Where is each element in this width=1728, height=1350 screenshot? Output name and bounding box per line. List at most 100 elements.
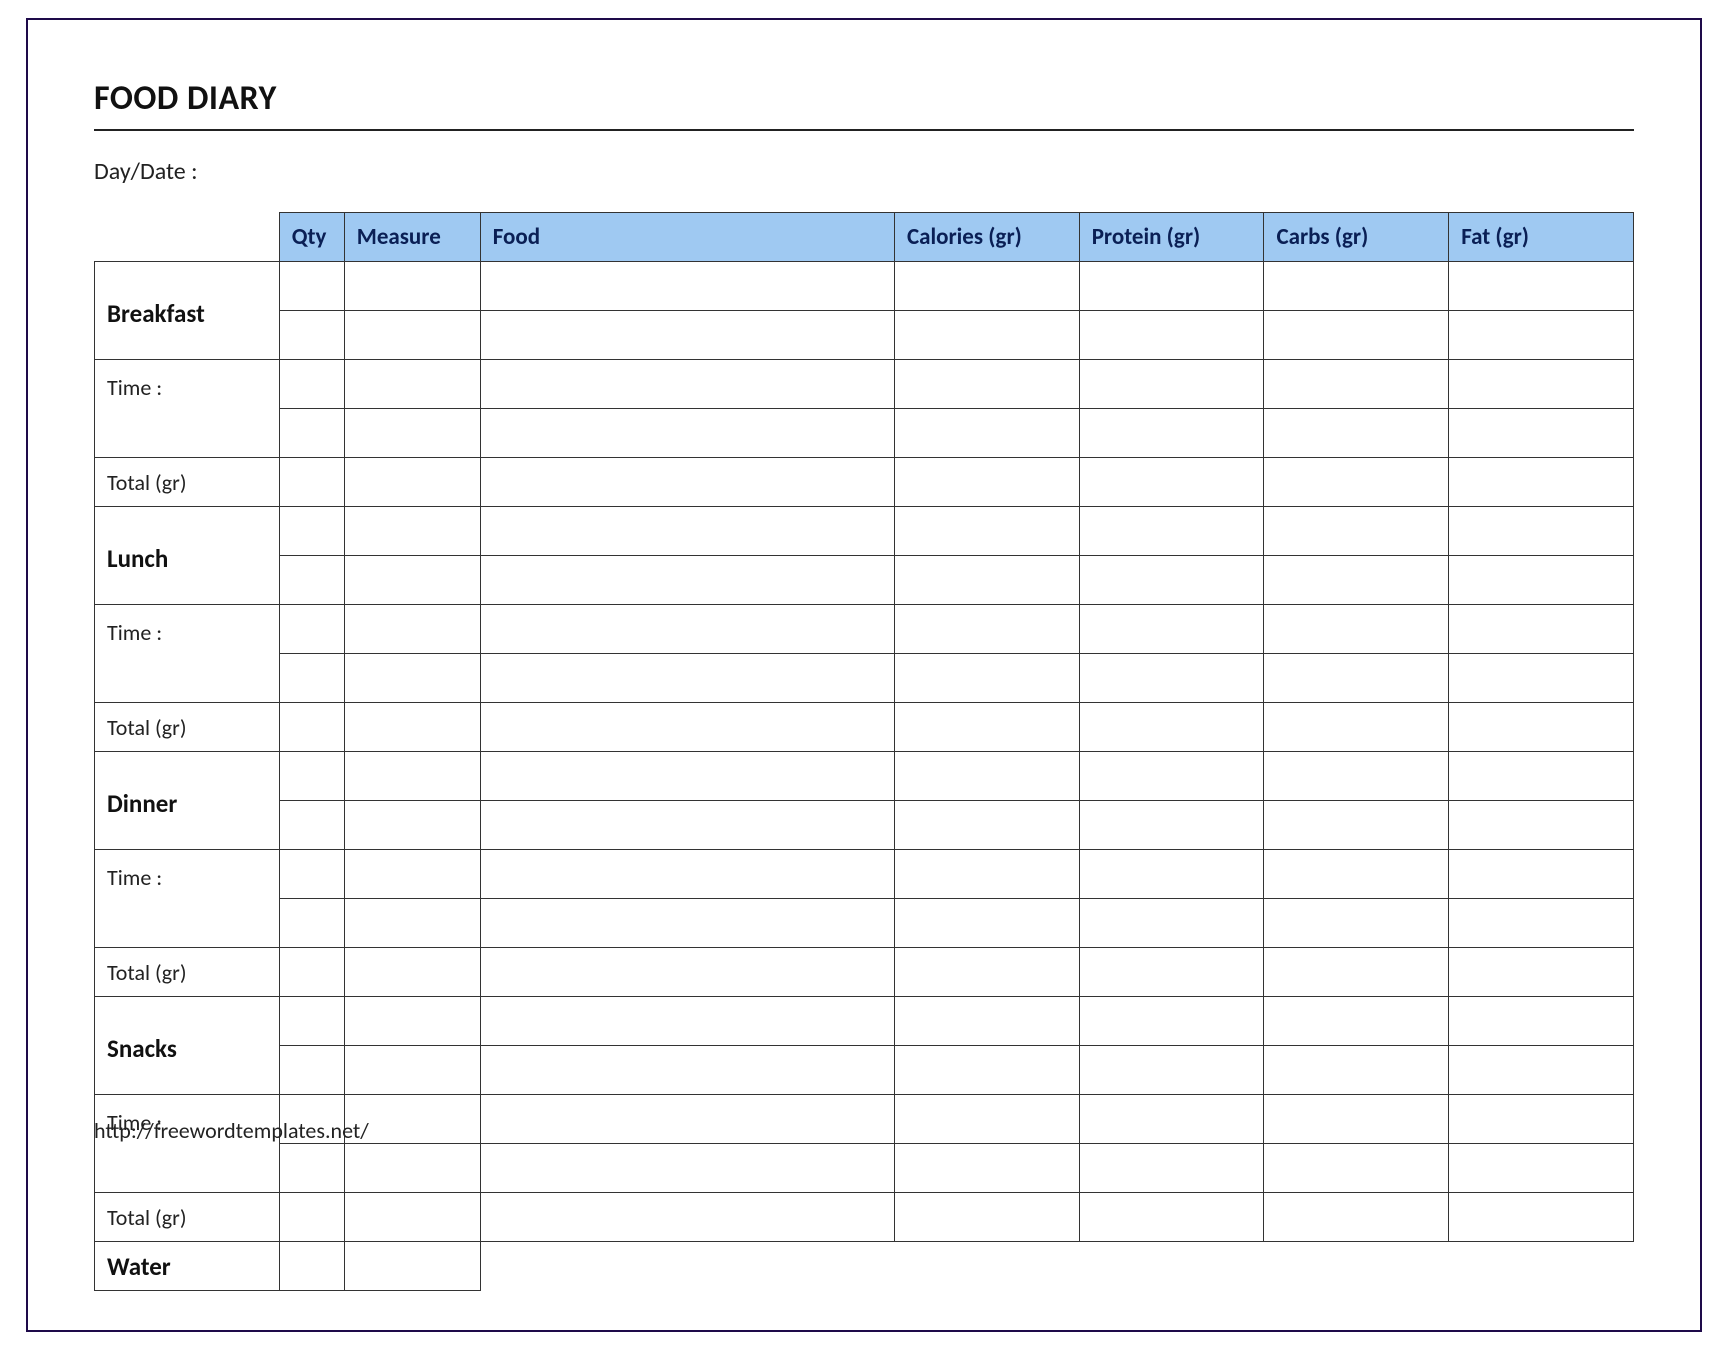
cell[interactable]	[344, 1193, 480, 1242]
cell[interactable]	[1079, 850, 1264, 899]
cell[interactable]	[1264, 507, 1449, 556]
cell[interactable]	[1264, 409, 1449, 458]
cell[interactable]	[1449, 311, 1634, 360]
cell[interactable]	[344, 899, 480, 948]
cell[interactable]	[344, 556, 480, 605]
cell[interactable]	[1079, 458, 1264, 507]
cell[interactable]	[480, 703, 894, 752]
cell[interactable]	[1079, 1046, 1264, 1095]
cell[interactable]	[894, 556, 1079, 605]
cell[interactable]	[279, 850, 344, 899]
cell[interactable]	[1264, 262, 1449, 311]
cell[interactable]	[894, 1046, 1079, 1095]
cell[interactable]	[1079, 948, 1264, 997]
cell[interactable]	[1079, 654, 1264, 703]
cell[interactable]	[1449, 654, 1634, 703]
cell[interactable]	[279, 262, 344, 311]
cell[interactable]	[1264, 654, 1449, 703]
cell[interactable]	[1449, 703, 1634, 752]
cell[interactable]	[1264, 850, 1449, 899]
cell[interactable]	[894, 1144, 1079, 1193]
cell[interactable]	[894, 899, 1079, 948]
cell[interactable]	[344, 948, 480, 997]
cell[interactable]	[279, 1193, 344, 1242]
cell[interactable]	[279, 605, 344, 654]
cell[interactable]	[1449, 850, 1634, 899]
cell[interactable]	[1079, 1144, 1264, 1193]
cell[interactable]	[894, 850, 1079, 899]
cell[interactable]	[1449, 360, 1634, 409]
cell[interactable]	[480, 409, 894, 458]
cell[interactable]	[894, 752, 1079, 801]
cell[interactable]	[894, 948, 1079, 997]
cell[interactable]	[1079, 360, 1264, 409]
cell[interactable]	[279, 409, 344, 458]
cell[interactable]	[1264, 1095, 1449, 1144]
cell[interactable]	[1264, 556, 1449, 605]
cell[interactable]	[894, 311, 1079, 360]
cell[interactable]	[344, 850, 480, 899]
cell[interactable]	[344, 409, 480, 458]
cell[interactable]	[894, 409, 1079, 458]
cell[interactable]	[1264, 703, 1449, 752]
cell[interactable]	[344, 801, 480, 850]
cell[interactable]	[1264, 948, 1449, 997]
cell[interactable]	[1449, 1046, 1634, 1095]
cell[interactable]	[1079, 801, 1264, 850]
cell[interactable]	[344, 1144, 480, 1193]
cell[interactable]	[1449, 1095, 1634, 1144]
cell[interactable]	[344, 262, 480, 311]
cell[interactable]	[1079, 752, 1264, 801]
cell[interactable]	[1264, 899, 1449, 948]
cell[interactable]	[1449, 801, 1634, 850]
cell[interactable]	[279, 458, 344, 507]
cell[interactable]	[480, 1144, 894, 1193]
cell[interactable]	[1079, 262, 1264, 311]
cell[interactable]	[1079, 409, 1264, 458]
cell[interactable]	[344, 654, 480, 703]
cell[interactable]	[1449, 507, 1634, 556]
cell[interactable]	[1264, 458, 1449, 507]
cell[interactable]	[1264, 1193, 1449, 1242]
cell[interactable]	[1079, 1095, 1264, 1144]
cell[interactable]	[894, 262, 1079, 311]
cell[interactable]	[1449, 752, 1634, 801]
cell[interactable]	[279, 948, 344, 997]
cell[interactable]	[1079, 507, 1264, 556]
cell[interactable]	[894, 458, 1079, 507]
cell[interactable]	[279, 997, 344, 1046]
cell[interactable]	[480, 801, 894, 850]
cell[interactable]	[1079, 556, 1264, 605]
cell[interactable]	[480, 850, 894, 899]
cell[interactable]	[344, 752, 480, 801]
cell[interactable]	[344, 311, 480, 360]
cell[interactable]	[1264, 1046, 1449, 1095]
cell[interactable]	[480, 311, 894, 360]
cell[interactable]	[1264, 360, 1449, 409]
cell[interactable]	[279, 752, 344, 801]
cell[interactable]	[894, 1095, 1079, 1144]
cell[interactable]	[344, 997, 480, 1046]
cell[interactable]	[480, 997, 894, 1046]
cell[interactable]	[1449, 1144, 1634, 1193]
cell[interactable]	[480, 507, 894, 556]
cell[interactable]	[1449, 556, 1634, 605]
cell[interactable]	[1449, 997, 1634, 1046]
cell[interactable]	[1449, 605, 1634, 654]
cell[interactable]	[1079, 605, 1264, 654]
cell[interactable]	[1449, 899, 1634, 948]
cell[interactable]	[279, 1144, 344, 1193]
cell[interactable]	[279, 556, 344, 605]
cell[interactable]	[480, 752, 894, 801]
cell[interactable]	[1449, 262, 1634, 311]
cell[interactable]	[1079, 703, 1264, 752]
cell[interactable]	[344, 507, 480, 556]
cell[interactable]	[279, 703, 344, 752]
cell[interactable]	[344, 1046, 480, 1095]
cell[interactable]	[279, 360, 344, 409]
cell[interactable]	[480, 1193, 894, 1242]
cell[interactable]	[1449, 409, 1634, 458]
cell[interactable]	[480, 262, 894, 311]
cell[interactable]	[344, 360, 480, 409]
cell[interactable]	[279, 654, 344, 703]
